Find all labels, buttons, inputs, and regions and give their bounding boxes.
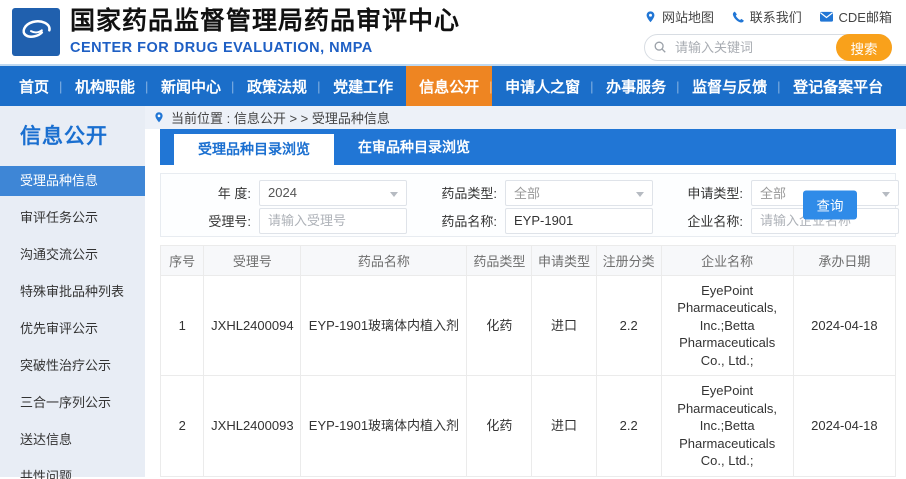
cell-apply-type: 进口 [532, 275, 597, 376]
cell-drug-type: 化药 [467, 275, 532, 376]
acceptance-no-input[interactable] [268, 213, 398, 228]
year-select[interactable]: 2024 [259, 180, 407, 206]
chevron-down-icon [636, 192, 644, 197]
cell-acceptance-no: JXHL2400093 [204, 376, 301, 477]
sidebar-title: 信息公开 [0, 120, 145, 150]
chevron-down-icon [390, 192, 398, 197]
header-searchbar: 搜索 [644, 34, 892, 61]
swan-logo-icon [16, 12, 56, 52]
main-nav: 首页 机构职能 新闻中心 政策法规 党建工作 信息公开 申请人之窗 办事服务 监… [0, 66, 906, 106]
search-icon [653, 40, 667, 54]
sidebar-item-accepted-varieties[interactable]: 受理品种信息 [0, 166, 145, 196]
table-row: 1 JXHL2400094 EYP-1901玻璃体内植入剂 化药 进口 2.2 … [161, 275, 896, 376]
nav-item-info-disclosure[interactable]: 信息公开 [406, 66, 492, 106]
drug-name-label: 药品名称: [435, 211, 497, 230]
query-button[interactable]: 查询 [803, 190, 857, 219]
results-table: 序号 受理号 药品名称 药品类型 申请类型 注册分类 企业名称 承办日期 1 J… [160, 245, 896, 477]
company-name-label: 企业名称: [681, 211, 743, 230]
sidebar-item-special-approval[interactable]: 特殊审批品种列表 [0, 277, 145, 307]
apply-type-select-value: 全部 [760, 183, 786, 202]
sidebar-item-three-in-one[interactable]: 三合一序列公示 [0, 388, 145, 418]
drug-name-input[interactable] [514, 213, 644, 228]
col-header-reg-class: 注册分类 [596, 245, 661, 275]
nav-item-party[interactable]: 党建工作 [320, 66, 406, 106]
sidebar-item-breakthrough-therapy[interactable]: 突破性治疗公示 [0, 351, 145, 381]
sidebar-item-delivery-info[interactable]: 送达信息 [0, 425, 145, 455]
year-select-value: 2024 [268, 185, 297, 200]
cell-reg-class: 2.2 [596, 275, 661, 376]
location-pin-icon [644, 10, 657, 24]
breadcrumb-pin-icon [153, 111, 165, 124]
cde-mail-link[interactable]: CDE邮箱 [819, 7, 892, 26]
envelope-icon [819, 10, 834, 23]
site-header: 国家药品监督管理局药品审评中心 CENTER FOR DRUG EVALUATI… [0, 0, 906, 66]
col-header-company: 企业名称 [661, 245, 793, 275]
table-row: 2 JXHL2400093 EYP-1901玻璃体内植入剂 化药 进口 2.2 … [161, 376, 896, 477]
cde-mail-label: CDE邮箱 [839, 7, 892, 26]
cell-drug-type: 化药 [467, 376, 532, 477]
content-panel: 受理品种目录浏览 在审品种目录浏览 年 度: 2024 药品类型: [145, 129, 906, 477]
col-header-drug-name: 药品名称 [301, 245, 467, 275]
drug-type-label: 药品类型: [435, 183, 497, 202]
col-header-apply-type: 申请类型 [532, 245, 597, 275]
site-title-cn: 国家药品监督管理局药品审评中心 [70, 8, 460, 36]
drug-type-select-value: 全部 [514, 183, 540, 202]
col-header-no: 序号 [161, 245, 204, 275]
cell-drug-name: EYP-1901玻璃体内植入剂 [301, 275, 467, 376]
acceptance-no-label: 受理号: [189, 211, 251, 230]
sidebar-item-priority-review[interactable]: 优先审评公示 [0, 314, 145, 344]
cell-apply-type: 进口 [532, 376, 597, 477]
col-header-drug-type: 药品类型 [467, 245, 532, 275]
site-title-en: CENTER FOR DRUG EVALUATION, NMPA [70, 40, 460, 56]
nav-item-functions[interactable]: 机构职能 [62, 66, 148, 106]
cell-company: EyePoint Pharmaceuticals, Inc.;Betta Pha… [661, 275, 793, 376]
cell-no: 1 [161, 275, 204, 376]
nav-item-home[interactable]: 首页 [6, 66, 62, 106]
nav-item-news[interactable]: 新闻中心 [148, 66, 234, 106]
apply-type-label: 申请类型: [681, 183, 743, 202]
col-header-acceptance-no: 受理号 [204, 245, 301, 275]
cell-reg-class: 2.2 [596, 376, 661, 477]
tabbar: 受理品种目录浏览 在审品种目录浏览 [160, 129, 896, 165]
chevron-down-icon [882, 192, 890, 197]
nav-item-applicant-window[interactable]: 申请人之窗 [492, 66, 593, 106]
breadcrumb: 当前位置 : 信息公开 > > 受理品种信息 [145, 106, 906, 129]
year-label: 年 度: [189, 183, 251, 202]
cell-company: EyePoint Pharmaceuticals, Inc.;Betta Pha… [661, 376, 793, 477]
nav-item-services[interactable]: 办事服务 [593, 66, 679, 106]
sidebar-item-communication[interactable]: 沟通交流公示 [0, 240, 145, 270]
contact-us-label: 联系我们 [750, 7, 802, 26]
cell-acceptance-no: JXHL2400094 [204, 275, 301, 376]
header-quick-links: 网站地图 联系我们 CDE邮箱 [644, 7, 892, 26]
tab-accepted-catalog[interactable]: 受理品种目录浏览 [174, 134, 334, 165]
sitemap-link[interactable]: 网站地图 [644, 7, 714, 26]
search-button[interactable]: 搜索 [836, 34, 892, 61]
cell-no: 2 [161, 376, 204, 477]
phone-icon [731, 10, 745, 24]
nav-item-supervision[interactable]: 监督与反馈 [679, 66, 780, 106]
filter-panel: 年 度: 2024 药品类型: 全部 申请类 [160, 173, 896, 237]
cell-date: 2024-04-18 [793, 275, 895, 376]
col-header-date: 承办日期 [793, 245, 895, 275]
sidebar: 信息公开 受理品种信息 审评任务公示 沟通交流公示 特殊审批品种列表 优先审评公… [0, 106, 145, 477]
contact-us-link[interactable]: 联系我们 [731, 7, 802, 26]
tab-under-review-catalog[interactable]: 在审品种目录浏览 [334, 129, 494, 165]
cell-drug-name: EYP-1901玻璃体内植入剂 [301, 376, 467, 477]
nav-item-registration-platform[interactable]: 登记备案平台 [780, 66, 896, 106]
table-header-row: 序号 受理号 药品名称 药品类型 申请类型 注册分类 企业名称 承办日期 [161, 245, 896, 275]
cell-date: 2024-04-18 [793, 376, 895, 477]
sidebar-item-common-issues[interactable]: 共性问题 [0, 462, 145, 479]
breadcrumb-text: 当前位置 : 信息公开 > > 受理品种信息 [171, 108, 390, 127]
cde-logo [12, 8, 60, 56]
drug-type-select[interactable]: 全部 [505, 180, 653, 206]
sitemap-label: 网站地图 [662, 7, 714, 26]
nav-item-policy[interactable]: 政策法规 [234, 66, 320, 106]
sidebar-item-review-tasks[interactable]: 审评任务公示 [0, 203, 145, 233]
